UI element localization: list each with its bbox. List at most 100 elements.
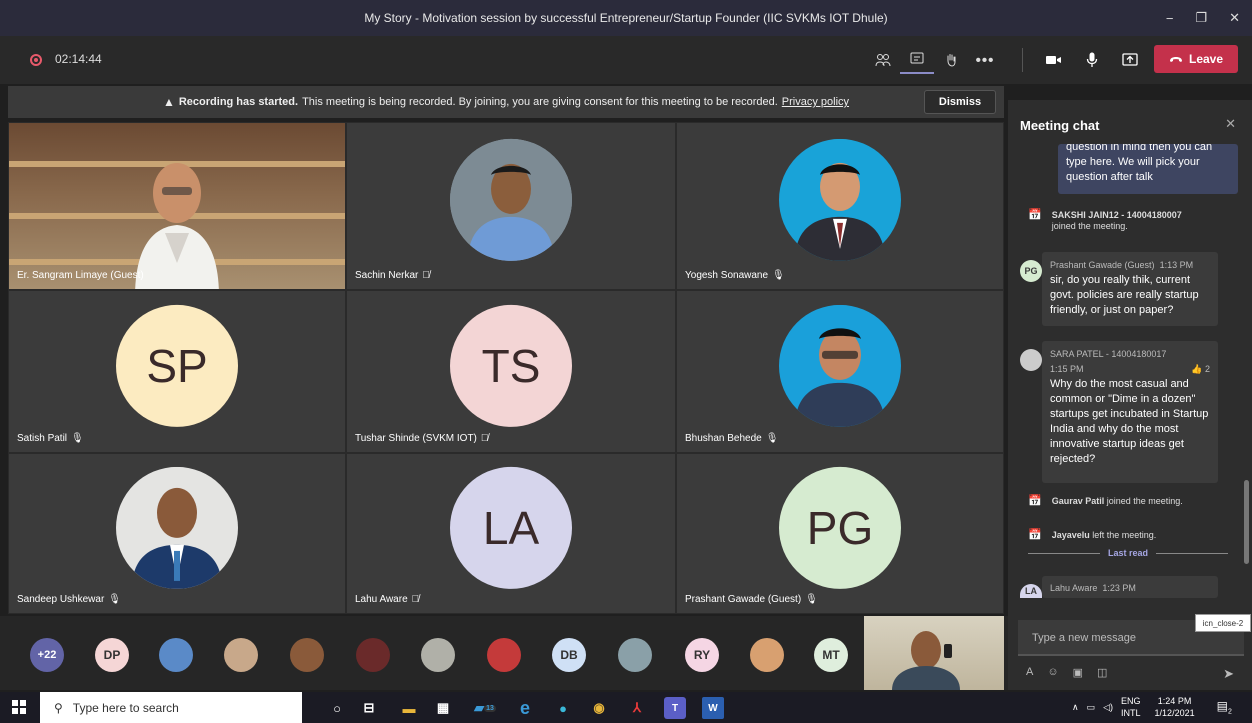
video-tile[interactable]: SP Satish Patil 🎙 bbox=[8, 290, 346, 453]
share-screen-button[interactable] bbox=[1113, 46, 1147, 74]
video-tile[interactable]: Yogesh Sonawane 🎙 bbox=[676, 122, 1004, 290]
chat-message[interactable]: Lahu Aware 1:23 PM bbox=[1042, 576, 1218, 598]
close-window-button[interactable]: ✕ bbox=[1229, 10, 1240, 26]
video-tile[interactable]: TS Tushar Shinde (SVKM IOT) 🎙̸ bbox=[346, 290, 676, 453]
media-controls bbox=[1037, 46, 1147, 74]
gif-icon[interactable]: ▣ bbox=[1073, 666, 1083, 679]
maximize-button[interactable]: ❐ bbox=[1195, 10, 1207, 26]
video-tile[interactable]: Sandeep Ushkewar 🎙 bbox=[8, 453, 346, 614]
raise-hand-button[interactable] bbox=[934, 46, 968, 74]
participant-name: Er. Sangram Limaye (Guest) bbox=[17, 270, 144, 281]
leave-label: Leave bbox=[1188, 52, 1224, 66]
microphone-button[interactable] bbox=[1075, 46, 1109, 74]
participant-strip: +22 DP DB RY MT bbox=[0, 616, 1008, 690]
participant-photo bbox=[779, 304, 901, 427]
video-tile[interactable]: Er. Sangram Limaye (Guest) bbox=[8, 122, 346, 290]
taskbar-search[interactable]: ⚲ Type here to search bbox=[40, 692, 302, 723]
privacy-policy-link[interactable]: Privacy policy bbox=[782, 96, 849, 108]
dismiss-button[interactable]: Dismiss bbox=[924, 90, 996, 114]
emoji-icon[interactable]: ☺ bbox=[1047, 666, 1058, 679]
person-photo bbox=[779, 138, 901, 261]
meeting-toolbar: 02:14:44 ••• Leave bbox=[0, 36, 1252, 84]
calendar-icon: 📅 bbox=[1028, 495, 1042, 507]
speaker-video bbox=[9, 123, 345, 289]
participant-avatar[interactable] bbox=[750, 638, 784, 672]
video-tile[interactable]: LA Lahu Aware 🎙̸ bbox=[346, 453, 676, 614]
microphone-icon bbox=[1086, 52, 1098, 67]
video-grid: Er. Sangram Limaye (Guest) Sachin Nerkar… bbox=[8, 122, 1004, 614]
mic-icon: 🎙 bbox=[108, 594, 121, 605]
video-tile[interactable]: Sachin Nerkar 🎙̸ bbox=[346, 122, 676, 290]
person-photo bbox=[779, 304, 901, 427]
teams-icon[interactable]: T bbox=[664, 697, 686, 719]
camera-icon bbox=[1046, 56, 1061, 64]
participant-avatar[interactable]: DB bbox=[552, 638, 586, 672]
calendar-icon: 📅 bbox=[1028, 529, 1042, 541]
recording-icon bbox=[30, 54, 42, 66]
participant-avatar[interactable] bbox=[421, 638, 455, 672]
participant-avatar[interactable] bbox=[356, 638, 390, 672]
search-icon: ⚲ bbox=[54, 700, 63, 715]
meeting-timer: 02:14:44 bbox=[55, 52, 102, 66]
chat-title: Meeting chat bbox=[1020, 118, 1100, 133]
task-view-icon[interactable]: ⊟ bbox=[358, 697, 380, 719]
minimize-button[interactable]: − bbox=[1166, 11, 1174, 26]
overflow-participants[interactable]: +22 bbox=[30, 638, 64, 672]
participant-avatar[interactable] bbox=[290, 638, 324, 672]
camera-button[interactable] bbox=[1037, 46, 1071, 74]
participant-avatar[interactable] bbox=[224, 638, 258, 672]
file-explorer-icon[interactable]: ▬ bbox=[398, 697, 420, 719]
mic-icon: 🎙 bbox=[805, 594, 818, 605]
initials-avatar: PG bbox=[779, 466, 901, 589]
acrobat-icon[interactable]: ⅄ bbox=[626, 697, 648, 719]
participant-avatar[interactable]: MT bbox=[814, 638, 848, 672]
participant-name: Bhushan Behede 🎙 bbox=[685, 433, 779, 444]
chat-button[interactable] bbox=[900, 46, 934, 74]
participant-avatar[interactable]: RY bbox=[685, 638, 719, 672]
thumbs-up-reaction[interactable]: 👍 2 bbox=[1191, 362, 1210, 377]
clock[interactable]: 1:24 PM 1/12/2021 bbox=[1155, 695, 1195, 719]
sticker-icon[interactable]: ◫ bbox=[1097, 666, 1107, 679]
send-button[interactable]: ➤ bbox=[1223, 666, 1234, 682]
edge-icon[interactable]: ● bbox=[552, 697, 574, 719]
send-icon: ➤ bbox=[1223, 666, 1234, 681]
video-tile[interactable]: PG Prashant Gawade (Guest) 🎙 bbox=[676, 453, 1004, 614]
self-video-preview[interactable] bbox=[864, 616, 1004, 690]
language-indicator[interactable]: ENG INTL bbox=[1121, 695, 1141, 719]
chat-message[interactable]: Prashant Gawade (Guest) 1:13 PM sir, do … bbox=[1042, 252, 1218, 326]
participant-photo bbox=[116, 466, 238, 589]
close-icon: ✕ bbox=[1225, 116, 1236, 131]
chrome-icon[interactable]: ◉ bbox=[588, 697, 610, 719]
participant-name: Satish Patil 🎙 bbox=[17, 433, 84, 444]
video-tile[interactable]: Bhushan Behede 🎙 bbox=[676, 290, 1004, 453]
photos-icon[interactable]: ▰ 13 bbox=[474, 697, 496, 719]
participant-avatar[interactable] bbox=[487, 638, 521, 672]
chat-message[interactable]: SARA PATEL - 14004180017 1:15 PM 👍 2 Why… bbox=[1042, 341, 1218, 483]
participant-name: Prashant Gawade (Guest) 🎙 bbox=[685, 594, 818, 605]
chat-scrollbar[interactable] bbox=[1244, 480, 1249, 564]
internet-explorer-icon[interactable]: e bbox=[514, 697, 536, 719]
format-icon[interactable]: A bbox=[1026, 666, 1033, 679]
cortana-icon[interactable]: ○ bbox=[326, 697, 348, 719]
participants-button[interactable] bbox=[866, 46, 900, 74]
notifications-icon[interactable]: ▤2 bbox=[1217, 699, 1232, 715]
mic-icon: 🎙 bbox=[71, 433, 84, 444]
store-icon[interactable]: ▦ bbox=[432, 697, 454, 719]
participant-avatar[interactable]: DP bbox=[95, 638, 129, 672]
participant-avatar[interactable] bbox=[618, 638, 652, 672]
participant-avatar[interactable] bbox=[159, 638, 193, 672]
volume-icon[interactable]: ◁) bbox=[1103, 702, 1113, 713]
more-actions-button[interactable]: ••• bbox=[968, 46, 1002, 74]
leave-button[interactable]: Leave bbox=[1154, 45, 1238, 73]
person-photo bbox=[450, 138, 572, 261]
system-event: 📅 Jayavelu left the meeting. bbox=[1028, 529, 1157, 541]
system-event: 📅 SAKSHI JAIN12 - 14004180007 joined the … bbox=[1028, 209, 1182, 232]
word-icon[interactable]: W bbox=[702, 697, 724, 719]
close-chat-button[interactable]: ✕ bbox=[1225, 116, 1236, 132]
windows-start-button[interactable] bbox=[12, 700, 26, 714]
initials-avatar: LA bbox=[450, 466, 572, 589]
mic-icon: 🎙 bbox=[772, 270, 785, 281]
chevron-up-icon[interactable]: ∧ bbox=[1072, 702, 1079, 713]
network-icon[interactable]: ▭ bbox=[1087, 702, 1096, 713]
own-message[interactable]: question in mind then you can type here.… bbox=[1058, 144, 1238, 194]
